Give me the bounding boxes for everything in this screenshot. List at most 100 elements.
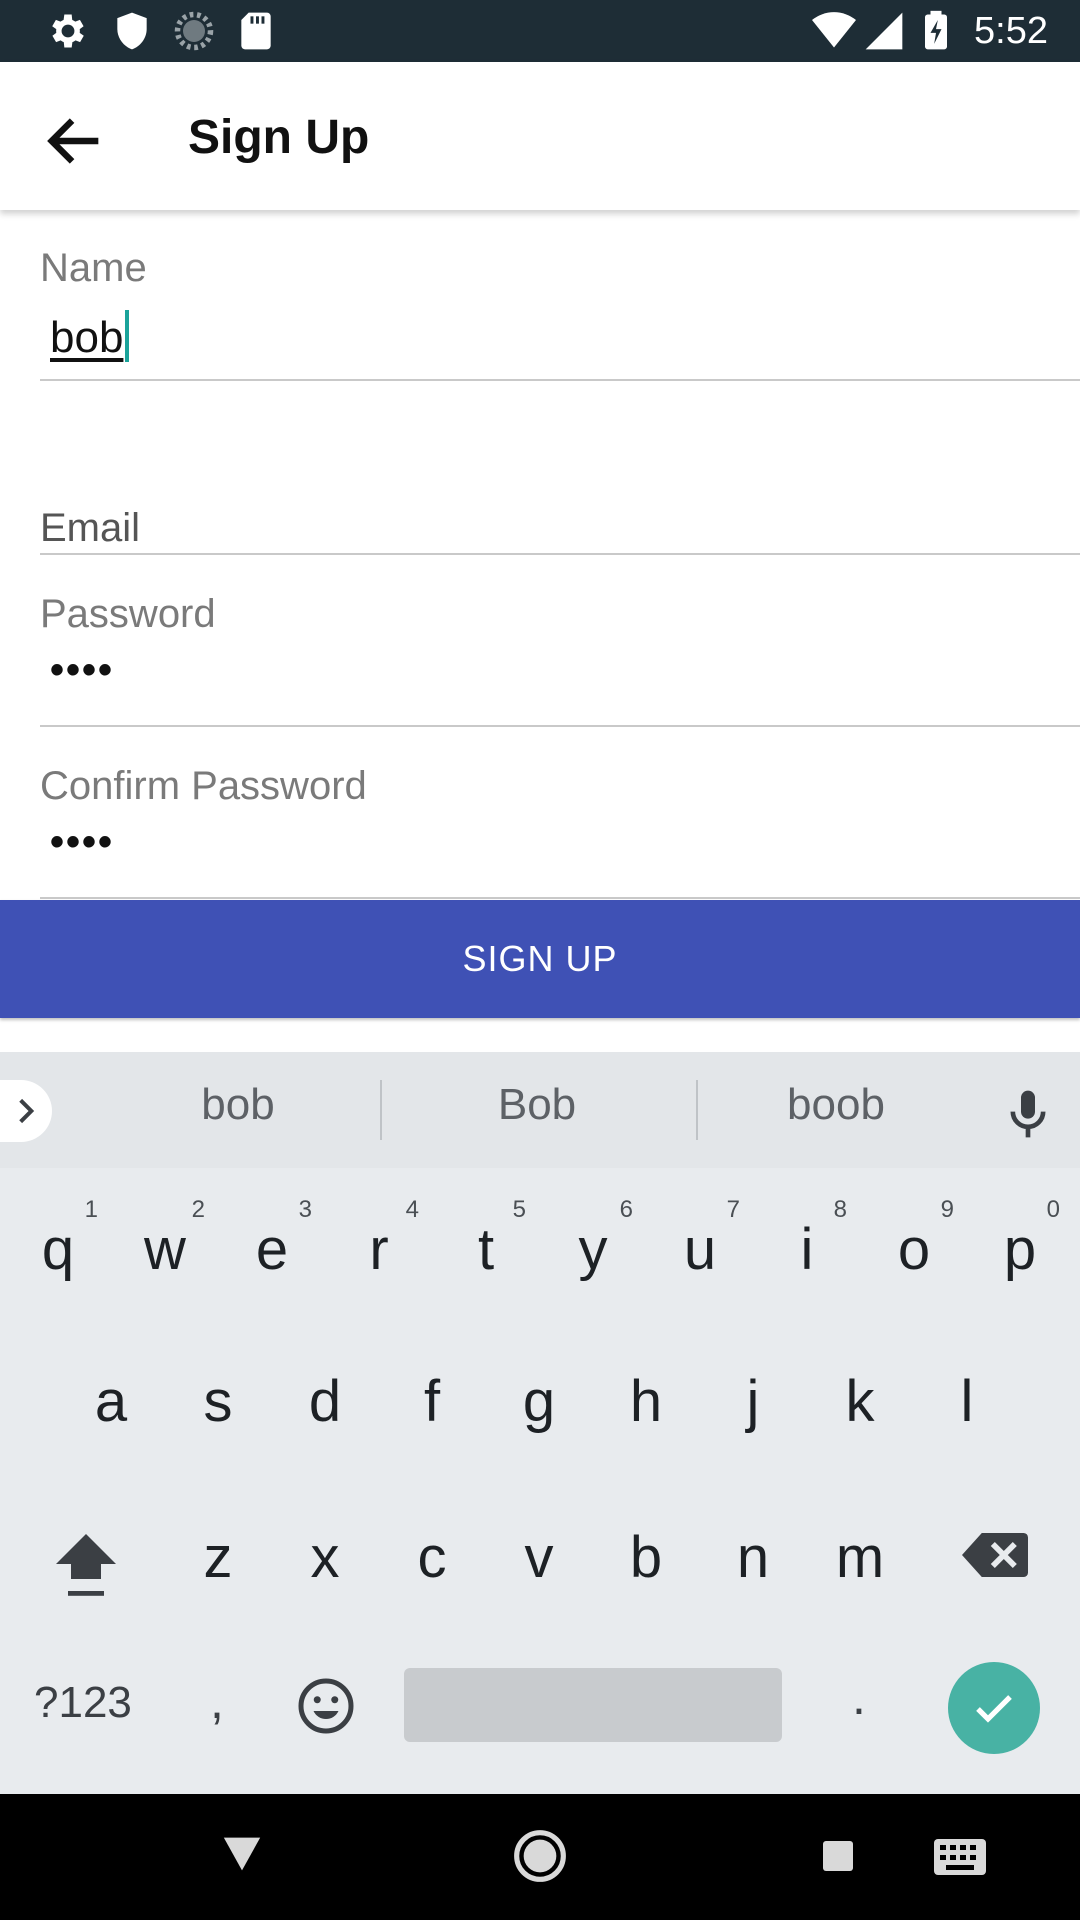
key-hint: 6 (619, 1196, 633, 1223)
key-m[interactable]: m (810, 1494, 910, 1614)
key-s[interactable]: s (168, 1338, 268, 1458)
password-underline (40, 725, 1080, 727)
name-input[interactable]: bob (50, 310, 130, 363)
key-label: x (310, 1525, 340, 1590)
email-label: Email (40, 506, 141, 550)
shift-icon[interactable] (50, 1524, 122, 1604)
key-z[interactable]: z (168, 1494, 268, 1614)
key-label: z (203, 1525, 233, 1590)
key-label: h (629, 1369, 663, 1434)
confirm-password-field[interactable]: Confirm Password •••• (40, 758, 1080, 900)
confirm-password-underline (40, 897, 1080, 899)
backspace-icon[interactable] (962, 1530, 1028, 1580)
key-label: v (524, 1525, 554, 1590)
key-y[interactable]: y6 (543, 1186, 643, 1306)
page-title: Sign Up (188, 111, 370, 164)
key-b[interactable]: b (596, 1494, 696, 1614)
key-label: m (835, 1525, 885, 1590)
emoji-icon[interactable] (296, 1676, 356, 1736)
key-j[interactable]: j (703, 1338, 803, 1458)
key-d[interactable]: d (275, 1338, 375, 1458)
suggestion-strip: bob Bob boob (0, 1052, 1080, 1168)
status-bar: 5:52 (0, 0, 1080, 62)
key-label: q (41, 1217, 75, 1282)
key-hint: 1 (84, 1196, 98, 1223)
text-caret (125, 310, 130, 362)
back-triangle-icon[interactable] (220, 1834, 264, 1874)
wifi-icon (812, 12, 856, 48)
key-label: s (203, 1369, 233, 1434)
battery-charging-icon (925, 10, 947, 50)
email-underline (40, 553, 1080, 555)
key-w[interactable]: w2 (115, 1186, 215, 1306)
key-label: o (897, 1217, 931, 1282)
email-field[interactable]: Email (40, 500, 1080, 556)
password-input[interactable]: •••• (50, 648, 114, 693)
enter-button[interactable] (948, 1662, 1040, 1754)
key-p[interactable]: p0 (970, 1186, 1070, 1306)
signal-icon (865, 12, 903, 50)
key-hint: 8 (833, 1196, 847, 1223)
recents-square-icon[interactable] (820, 1838, 856, 1874)
key-label: l (960, 1369, 974, 1434)
comma-key[interactable]: , (210, 1672, 224, 1730)
name-field[interactable]: Name bob (40, 240, 1080, 382)
suggestion-1[interactable]: bob (128, 1080, 348, 1130)
key-g[interactable]: g (489, 1338, 589, 1458)
key-label: b (629, 1525, 663, 1590)
key-hint: 9 (940, 1196, 954, 1223)
shield-icon (117, 12, 147, 50)
key-label: j (746, 1369, 760, 1434)
key-a[interactable]: a (61, 1338, 161, 1458)
password-label: Password (40, 592, 216, 636)
keyboard-icon[interactable] (932, 1836, 988, 1878)
password-field[interactable]: Password •••• (40, 586, 1080, 728)
key-h[interactable]: h (596, 1338, 696, 1458)
chevron-right-icon (19, 1098, 35, 1124)
name-value: bob (50, 313, 124, 362)
key-q[interactable]: q1 (8, 1186, 108, 1306)
microphone-icon[interactable] (1000, 1086, 1056, 1142)
key-u[interactable]: u7 (650, 1186, 750, 1306)
suggestion-2[interactable]: Bob (427, 1080, 647, 1130)
checkmark-icon (976, 1695, 1012, 1723)
key-r[interactable]: r4 (329, 1186, 429, 1306)
key-c[interactable]: c (382, 1494, 482, 1614)
symbols-key[interactable]: ?123 (34, 1678, 132, 1728)
key-hint: 3 (298, 1196, 312, 1223)
home-circle-icon[interactable] (512, 1828, 568, 1884)
sd-card-icon (241, 12, 271, 50)
arrow-left-icon[interactable] (40, 106, 110, 176)
key-label: t (477, 1217, 495, 1282)
key-label: w (144, 1217, 186, 1282)
key-k[interactable]: k (810, 1338, 910, 1458)
key-l[interactable]: l (917, 1338, 1017, 1458)
key-v[interactable]: v (489, 1494, 589, 1614)
key-label: r (369, 1217, 389, 1282)
key-label: e (255, 1217, 289, 1282)
expand-toolbar-button[interactable] (0, 1080, 52, 1142)
key-label: i (800, 1217, 814, 1282)
key-n[interactable]: n (703, 1494, 803, 1614)
key-label: f (423, 1369, 441, 1434)
key-i[interactable]: i8 (757, 1186, 857, 1306)
key-hint: 0 (1046, 1196, 1060, 1223)
key-o[interactable]: o9 (864, 1186, 964, 1306)
key-e[interactable]: e3 (222, 1186, 322, 1306)
key-hint: 7 (726, 1196, 740, 1223)
suggestion-3[interactable]: boob (726, 1080, 946, 1130)
app-bar: Sign Up (0, 62, 1080, 210)
key-label: c (417, 1525, 447, 1590)
key-hint: 4 (405, 1196, 419, 1223)
key-label: y (578, 1217, 608, 1282)
key-label: k (845, 1369, 875, 1434)
key-label: g (522, 1369, 556, 1434)
confirm-password-input[interactable]: •••• (50, 820, 114, 865)
key-x[interactable]: x (275, 1494, 375, 1614)
name-label: Name (40, 246, 147, 290)
space-key[interactable] (404, 1668, 782, 1742)
key-f[interactable]: f (382, 1338, 482, 1458)
period-key[interactable]: . (852, 1668, 866, 1726)
key-t[interactable]: t5 (436, 1186, 536, 1306)
sign-up-button[interactable]: SIGN UP (0, 900, 1080, 1018)
